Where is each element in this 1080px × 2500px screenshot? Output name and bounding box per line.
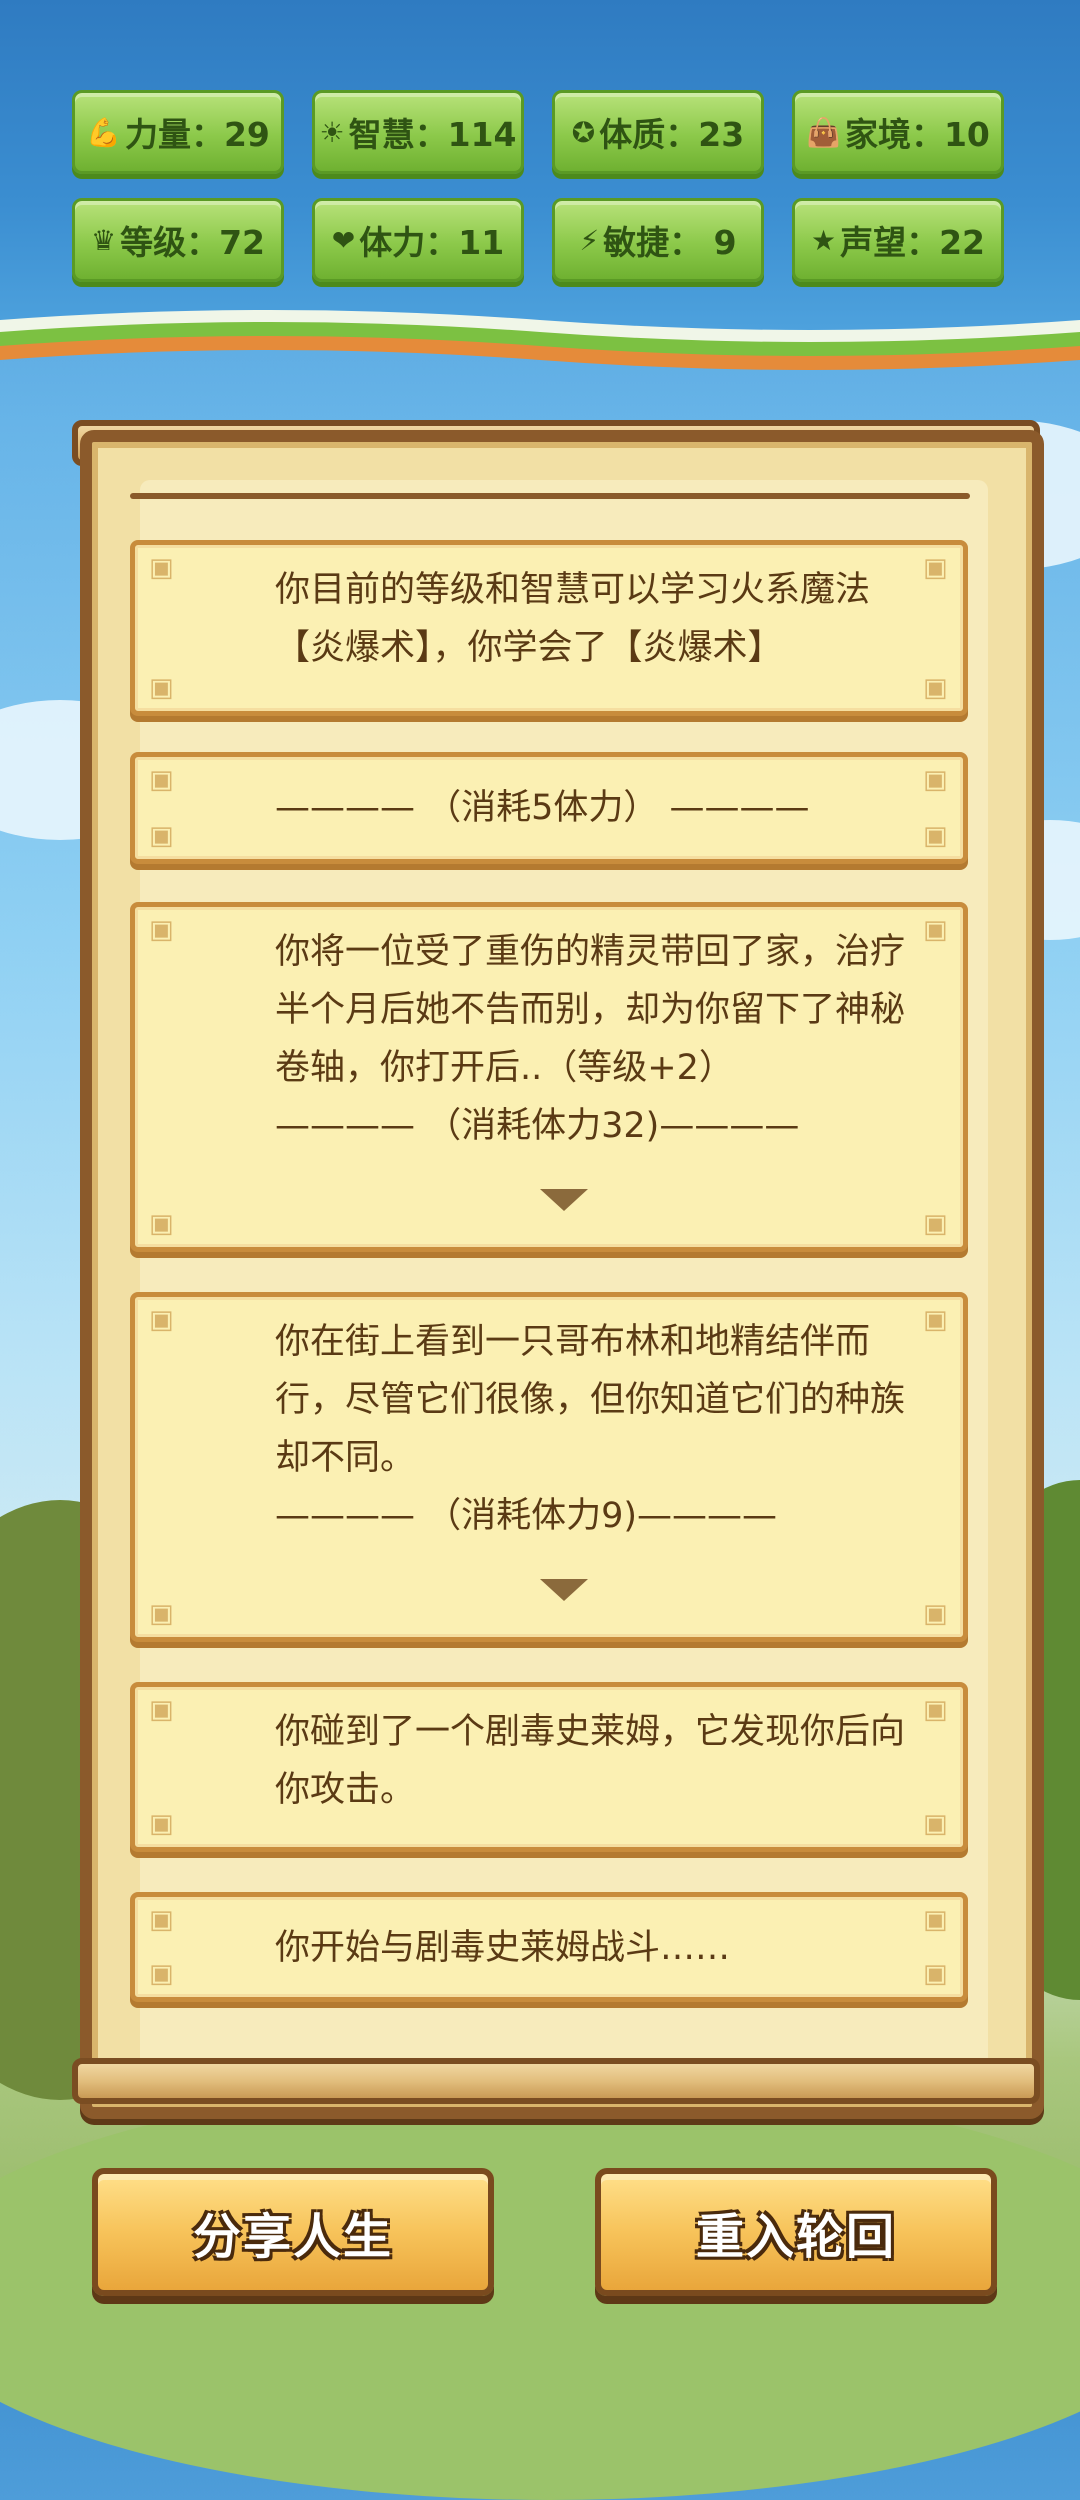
log-entry[interactable]: ▣ ▣ ▣ ▣ 你将一位受了重伤的精灵带回了家，治疗半个月后她不告而别，却为你留下了神… [130,902,968,1252]
stat-tile-reputation: ★ 声望：22 [792,198,1004,282]
scroll-bottom-rod [72,2058,1040,2104]
stat-tile-family: 👜 家境：10 [792,90,1004,174]
expand-arrow-icon[interactable] [540,1579,588,1601]
stat-text: 家境：10 [844,115,990,154]
bulb-icon: ☀ [319,115,345,149]
header-wave-border [0,310,1080,370]
restart-button[interactable]: 重入轮回 [595,2168,997,2296]
muscle-icon: 💪 [86,115,121,149]
stat-tile-constitution: ✪ 体质：23 [552,90,764,174]
heart-icon: ❤ [331,223,356,257]
stat-text: 声望：22 [840,223,986,262]
share-life-button[interactable]: 分享人生 [92,2168,494,2296]
log-entry: ▣ ▣ ▣ ▣ 你目前的等级和智慧可以学习火系魔法【炎爆术】，你学会了【炎爆术】 [130,540,968,716]
stat-tile-wisdom: ☀ 智慧：114 [312,90,524,174]
stat-tile-stamina: ❤ 体力：11 [312,198,524,282]
log-cost: ———— （消耗体力9)———— [275,1496,778,1536]
log-cost: ———— （消耗5体力） ———— [275,788,810,828]
stat-text: 力量：29 [124,115,270,154]
log-text: 你开始与剧毒史莱姆战斗…… [275,1928,731,1968]
money-bag-icon: 👜 [806,115,841,149]
stat-text: 等级：72 [120,223,266,262]
body-icon: ✪ [571,115,596,149]
log-text: 你碰到了一个剧毒史莱姆，它发现你后向你攻击。 [275,1712,906,1810]
stat-text: 智慧：114 [348,115,517,154]
stat-tile-strength: 💪 力量：29 [72,90,284,174]
crown-icon: ♛ [90,223,117,257]
stat-tile-agility: ⚡ 敏捷： 9 [552,198,764,282]
stat-text: 敏捷： 9 [603,223,737,262]
log-entry: ▣ ▣ ▣ ▣ 你开始与剧毒史莱姆战斗…… [130,1892,968,2002]
log-text: 你目前的等级和智慧可以学习火系魔法【炎爆术】，你学会了【炎爆术】 [275,570,871,668]
stat-text: 体质：23 [599,115,745,154]
expand-arrow-icon[interactable] [540,1189,588,1211]
stat-text: 体力：11 [359,223,505,262]
log-entry[interactable]: ▣ ▣ ▣ ▣ 你在街上看到一只哥布林和地精结伴而行，尽管它们很像，但你知道它们的种族… [130,1292,968,1642]
log-cost: ———— （消耗体力32)———— [275,1106,800,1146]
log-entry: ▣ ▣ ▣ ▣ ———— （消耗5体力） ———— [130,752,968,864]
log-text: 你在街上看到一只哥布林和地精结伴而行，尽管它们很像，但你知道它们的种族却不同。 [275,1322,906,1478]
star-icon: ★ [810,223,837,257]
lightning-icon: ⚡ [579,223,600,257]
stat-tile-level: ♛ 等级：72 [72,198,284,282]
log-top-divider [130,493,970,499]
log-text: 你将一位受了重伤的精灵带回了家，治疗半个月后她不告而别，却为你留下了神秘卷轴，你… [275,932,906,1088]
log-entry: ▣ ▣ ▣ ▣ 你碰到了一个剧毒史莱姆，它发现你后向你攻击。 [130,1682,968,1852]
